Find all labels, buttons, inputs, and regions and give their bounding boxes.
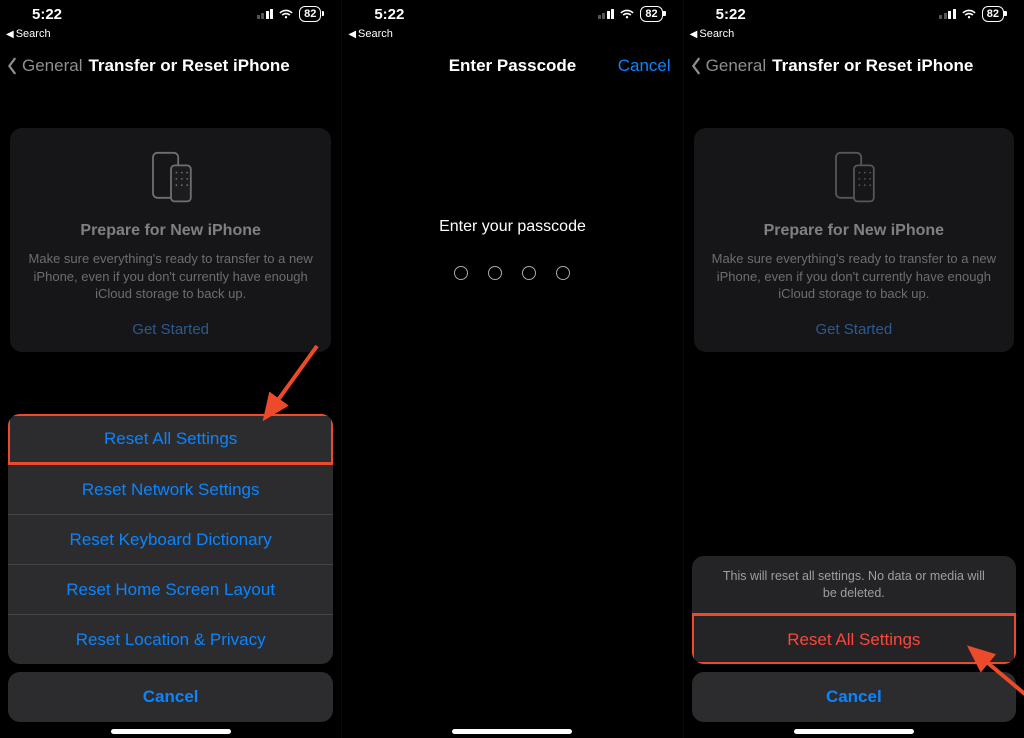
battery-icon: 82 xyxy=(640,6,662,22)
cancel-button[interactable]: Cancel xyxy=(618,56,671,76)
nav-back-button[interactable]: General xyxy=(6,56,82,76)
back-hint-label: Search xyxy=(699,28,734,40)
reset-all-settings-button[interactable]: Reset All Settings xyxy=(8,414,333,464)
back-to-search[interactable]: ◀ Search xyxy=(0,28,341,44)
home-indicator[interactable] xyxy=(452,729,572,734)
nav-bar: General Transfer or Reset iPhone xyxy=(0,44,341,88)
nav-back-label: General xyxy=(706,56,766,76)
card-title: Prepare for New iPhone xyxy=(708,222,1000,240)
wifi-icon xyxy=(961,8,977,20)
reset-network-settings-button[interactable]: Reset Network Settings xyxy=(8,464,333,514)
prepare-card: Prepare for New iPhone Make sure everyth… xyxy=(10,128,331,352)
chevron-left-icon xyxy=(690,57,702,75)
cancel-button[interactable]: Cancel xyxy=(692,672,1016,722)
nav-title: Transfer or Reset iPhone xyxy=(772,56,973,76)
nav-back-label: General xyxy=(22,56,82,76)
status-bar: 5:22 82 xyxy=(684,0,1024,28)
card-body: Make sure everything's ready to transfer… xyxy=(708,250,1000,303)
back-to-search[interactable]: ◀ Search xyxy=(684,28,1024,44)
confirm-reset-all-settings-button[interactable]: Reset All Settings xyxy=(692,614,1016,664)
nav-title: Transfer or Reset iPhone xyxy=(88,56,289,76)
status-time: 5:22 xyxy=(32,6,62,23)
back-caret-icon: ◀ xyxy=(690,29,698,40)
prepare-card: Prepare for New iPhone Make sure everyth… xyxy=(694,128,1014,352)
reset-home-screen-layout-button[interactable]: Reset Home Screen Layout xyxy=(8,564,333,614)
cellular-icon xyxy=(598,9,615,19)
nav-bar: Enter Passcode Cancel xyxy=(342,44,682,88)
back-caret-icon: ◀ xyxy=(6,29,14,40)
status-bar: 5:22 82 xyxy=(0,0,341,28)
cancel-button[interactable]: Cancel xyxy=(8,672,333,722)
passcode-prompt: Enter your passcode xyxy=(342,218,682,236)
back-hint-label: Search xyxy=(358,28,393,40)
wifi-icon xyxy=(619,8,635,20)
screen-passcode: 5:22 82 ◀ Search Enter Passcode Cancel E… xyxy=(341,0,682,738)
reset-keyboard-dictionary-button[interactable]: Reset Keyboard Dictionary xyxy=(8,514,333,564)
passcode-dot xyxy=(488,266,502,280)
confirm-action-sheet: This will reset all settings. No data or… xyxy=(692,556,1016,722)
get-started-link[interactable]: Get Started xyxy=(708,321,1000,338)
card-body: Make sure everything's ready to transfer… xyxy=(24,250,317,303)
cellular-icon xyxy=(257,9,274,19)
get-started-link[interactable]: Get Started xyxy=(24,321,317,338)
screen-reset-options: 5:22 82 ◀ Search General Transfer or Res… xyxy=(0,0,341,738)
devices-icon xyxy=(24,148,317,208)
passcode-dot xyxy=(522,266,536,280)
card-title: Prepare for New iPhone xyxy=(24,222,317,240)
confirm-message: This will reset all settings. No data or… xyxy=(692,556,1016,614)
nav-bar: General Transfer or Reset iPhone xyxy=(684,44,1024,88)
passcode-dot xyxy=(556,266,570,280)
passcode-dots xyxy=(342,266,682,280)
home-indicator[interactable] xyxy=(111,729,231,734)
back-hint-label: Search xyxy=(16,28,51,40)
chevron-left-icon xyxy=(6,57,18,75)
passcode-area: Enter your passcode xyxy=(342,218,682,280)
nav-back-button[interactable]: General xyxy=(690,56,766,76)
status-time: 5:22 xyxy=(716,6,746,23)
battery-icon: 82 xyxy=(299,6,321,22)
screen-confirm-reset: 5:22 82 ◀ Search General Transfer or Res… xyxy=(683,0,1024,738)
reset-location-privacy-button[interactable]: Reset Location & Privacy xyxy=(8,614,333,664)
devices-icon xyxy=(708,148,1000,208)
battery-icon: 82 xyxy=(982,6,1004,22)
nav-title: Enter Passcode xyxy=(449,56,577,76)
cellular-icon xyxy=(939,9,956,19)
status-time: 5:22 xyxy=(374,6,404,23)
passcode-dot xyxy=(454,266,468,280)
status-bar: 5:22 82 xyxy=(342,0,682,28)
wifi-icon xyxy=(278,8,294,20)
back-caret-icon: ◀ xyxy=(348,29,356,40)
back-to-search[interactable]: ◀ Search xyxy=(342,28,682,44)
home-indicator[interactable] xyxy=(794,729,914,734)
reset-action-sheet: Reset All Settings Reset Network Setting… xyxy=(8,414,333,722)
